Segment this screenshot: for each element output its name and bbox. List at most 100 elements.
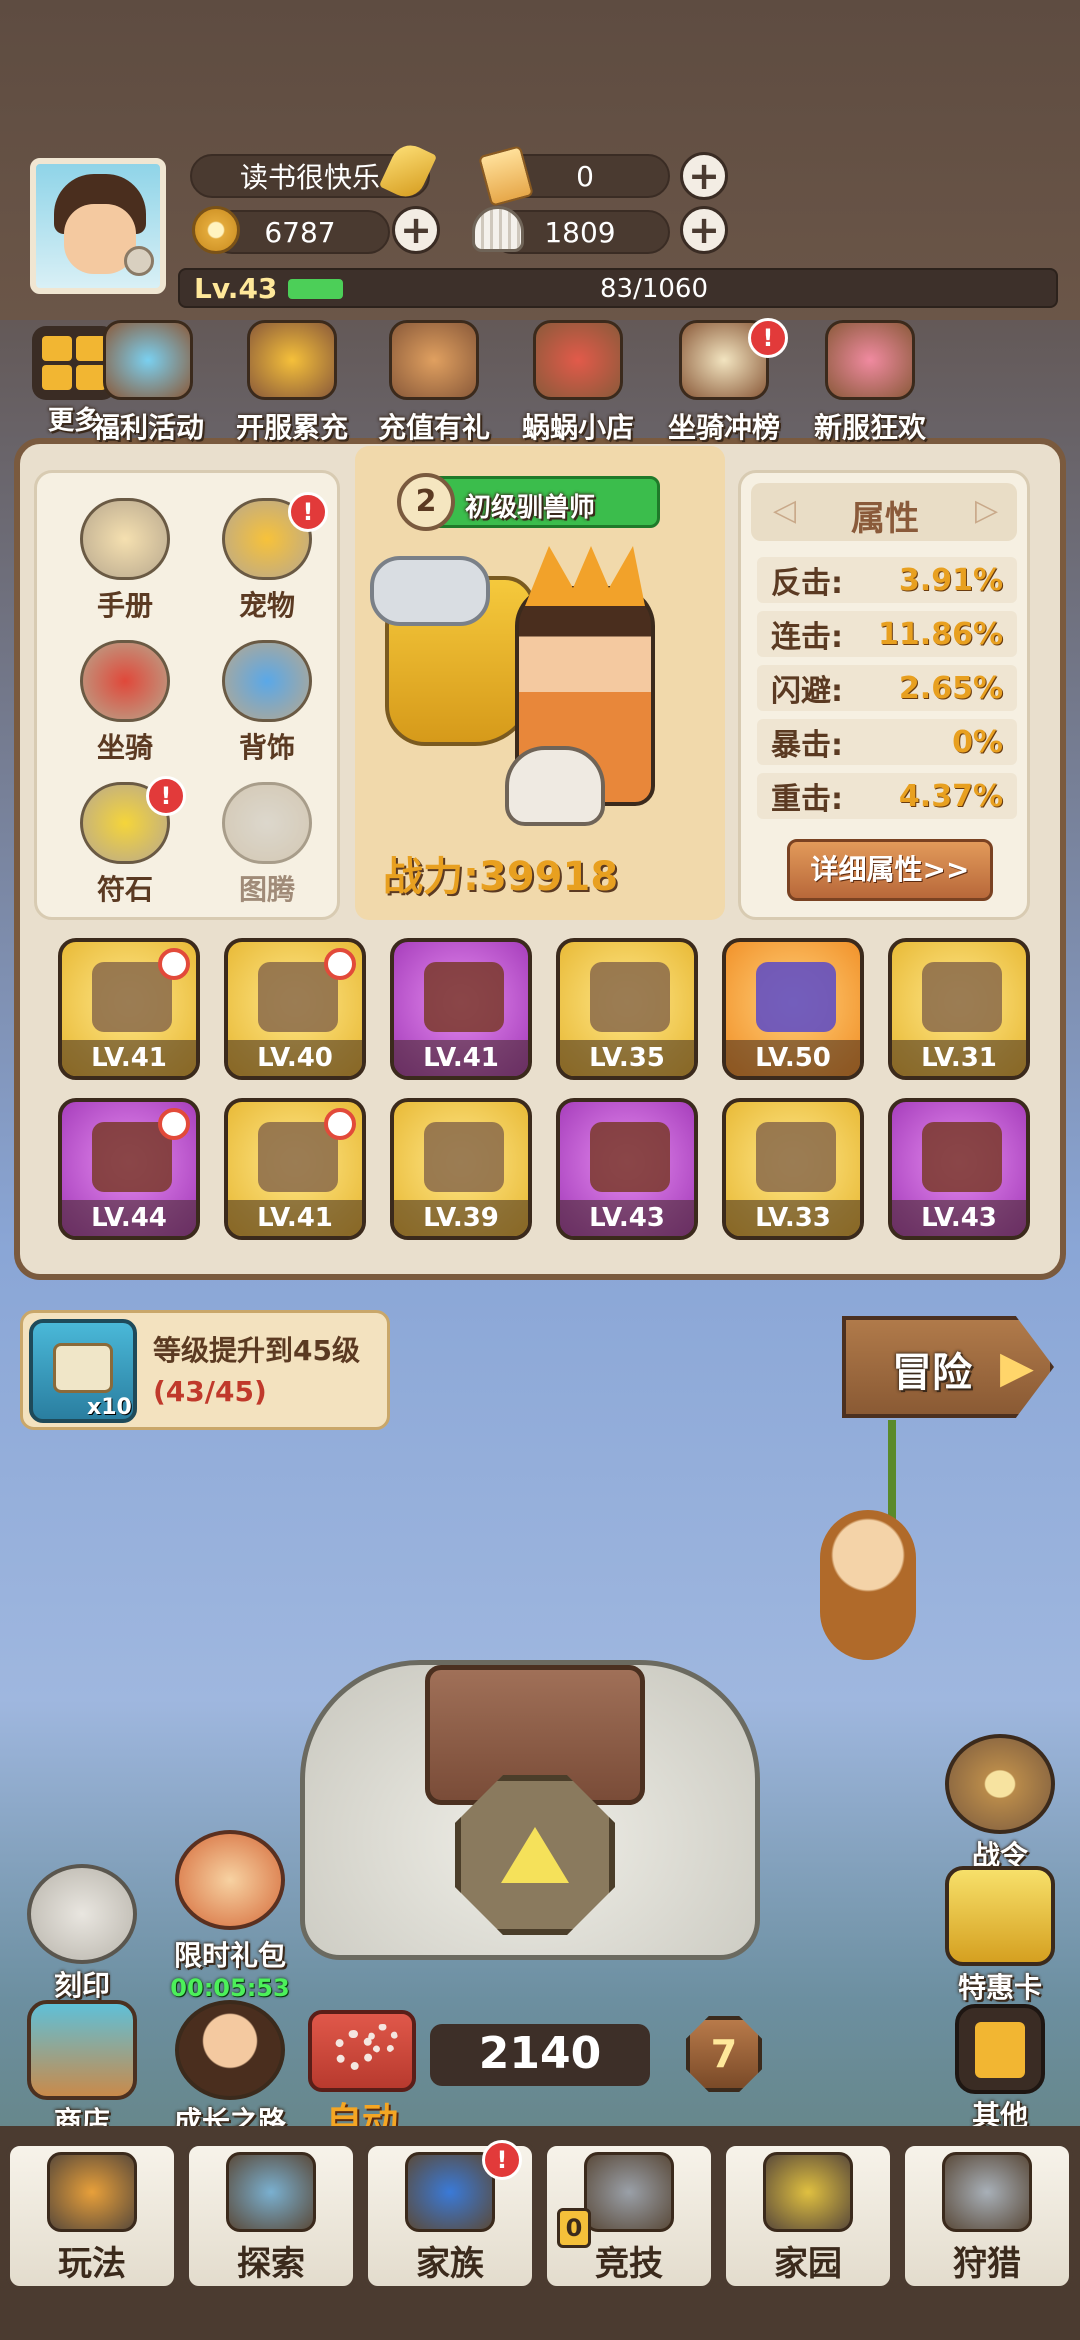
menu-label: 图腾	[238, 873, 295, 906]
add-coin-button[interactable]: +	[392, 206, 440, 254]
boss-counter: 2140	[430, 2024, 650, 2086]
equipment-level: LV.31	[892, 1040, 1026, 1076]
nav-tab-clan-banner[interactable]: 家族!	[364, 2140, 536, 2290]
attribute-name: 暴击:	[771, 728, 843, 763]
upgrade-triangle-icon	[501, 1827, 569, 1883]
event-3-button[interactable]: 充值有礼	[364, 320, 504, 444]
event-2-button[interactable]: 开服累充	[222, 320, 362, 444]
attribute-value: 2.65%	[898, 670, 1003, 706]
equipment-slot[interactable]: LV.41	[224, 1098, 366, 1240]
detail-attributes-button[interactable]: 详细属性>>	[787, 839, 993, 901]
menu-label: 手册	[96, 589, 153, 622]
equipment-slot[interactable]: LV.40	[224, 938, 366, 1080]
limited-gift-label: 限时礼包	[173, 1939, 286, 1972]
equipment-slot[interactable]: LV.43	[556, 1098, 698, 1240]
equipment-slot[interactable]: LV.41	[390, 938, 532, 1080]
shop-button[interactable]: 商店	[22, 2000, 142, 2140]
equipment-level: LV.40	[228, 1040, 362, 1076]
book-icon	[80, 498, 170, 580]
add-shell-button[interactable]: +	[680, 206, 728, 254]
equipment-slot[interactable]: LV.31	[888, 938, 1030, 1080]
equipment-slot[interactable]: LV.43	[888, 1098, 1030, 1240]
nav-tab-crossed-weapons[interactable]: 竞技 0	[543, 2142, 715, 2290]
event-1-button[interactable]: 福利活动	[78, 320, 218, 444]
menu-book-button[interactable]: 手册	[60, 498, 190, 628]
monkey-mascot-icon[interactable]	[820, 1510, 916, 1660]
event-6-button[interactable]: 新服狂欢	[800, 320, 940, 444]
gold-medal-icon	[247, 320, 337, 400]
battle-pass-button[interactable]: 战令	[940, 1734, 1060, 1874]
party-characters-icon	[825, 320, 915, 400]
stage-badge[interactable]: 7	[686, 2016, 762, 2092]
event-4-button[interactable]: 蜗蜗小店	[508, 320, 648, 444]
event-label: 开服累充	[235, 411, 348, 444]
adventure-button[interactable]: 冒险 ▶	[842, 1316, 1054, 1418]
equipment-slot[interactable]: LV.33	[722, 1098, 864, 1240]
equipment-slot[interactable]: LV.50	[722, 938, 864, 1080]
menu-wings-button[interactable]: 背饰	[202, 640, 332, 770]
leather-boots-icon	[922, 1122, 1002, 1192]
home-crest-icon	[763, 2152, 853, 2232]
growth-path-button[interactable]: 成长之路	[160, 2000, 300, 2140]
event-label: 福利活动	[91, 411, 204, 444]
equipment-slot[interactable]: LV.35	[556, 938, 698, 1080]
star-shield-icon	[945, 1734, 1055, 1834]
attribute-name: 闪避:	[771, 674, 843, 709]
exp-fill	[288, 279, 343, 299]
equipment-level: LV.43	[560, 1200, 694, 1236]
reward-count: x10	[87, 1395, 132, 1420]
auto-button[interactable]: 自动	[306, 2010, 418, 2142]
prev-arrow-icon[interactable]: ◁	[773, 493, 796, 528]
settings-gear-icon[interactable]	[124, 246, 154, 276]
menu-mount-dino-button[interactable]: 坐骑	[60, 640, 190, 770]
crossed-weapons-icon	[584, 2152, 674, 2232]
attribute-row: 反击: 3.91%	[757, 557, 1017, 603]
power-label: 战力:	[383, 854, 479, 900]
limited-gift-button[interactable]: 限时礼包 00:05:53	[160, 1830, 300, 2002]
gift-bag-icon	[175, 1830, 285, 1930]
upgrade-swirl-icon	[158, 1108, 190, 1140]
menu-pet-bird-button[interactable]: 宠物!	[202, 492, 332, 628]
rhino-head-icon	[942, 2152, 1032, 2232]
coin-icon	[192, 206, 240, 254]
nav-tab-totem-mask[interactable]: 玩法	[6, 2142, 178, 2290]
wings-icon	[222, 640, 312, 722]
menu-star-rune-button[interactable]: 符石!	[60, 776, 190, 912]
nav-tab-treasure-map[interactable]: 探索	[185, 2142, 357, 2290]
boss-chest-icon[interactable]	[300, 1660, 760, 1960]
equipment-level: LV.35	[560, 1040, 694, 1076]
level-quest-card[interactable]: x10 等级提升到45级 (43/45)	[20, 1310, 390, 1430]
gauntlet-icon	[424, 1122, 504, 1192]
equipment-level: LV.39	[394, 1200, 528, 1236]
add-ticket-button[interactable]: +	[680, 152, 728, 200]
dark-shorts-icon	[756, 1122, 836, 1192]
leather-belt-icon	[590, 1122, 670, 1192]
adventure-label: 冒险	[892, 1350, 972, 1396]
equipment-level: LV.33	[726, 1200, 860, 1236]
event-5-button[interactable]: 坐骑冲榜!	[654, 318, 794, 444]
equipment-slot[interactable]: LV.44	[58, 1098, 200, 1240]
attribute-row: 闪避: 2.65%	[757, 665, 1017, 711]
special-card-button[interactable]: 特惠卡	[940, 1866, 1060, 2006]
alert-badge: !	[482, 2140, 522, 2180]
equipment-slot[interactable]: LV.41	[58, 938, 200, 1080]
nav-tab-home-crest[interactable]: 家园	[722, 2142, 894, 2290]
attribute-panel: ◁ 属性 ▷ 反击: 3.91% 连击: 11.86% 闪避: 2.65% 暴击: 0% 重击:…	[738, 470, 1030, 920]
equipment-level: LV.44	[62, 1200, 196, 1236]
bone-helmet-icon	[370, 556, 490, 626]
mount-dino-icon	[80, 640, 170, 722]
shell-value: 1809	[544, 215, 616, 249]
engrave-button[interactable]: 刻印	[22, 1864, 142, 2004]
arena-count-badge: 0	[557, 2208, 591, 2248]
player-name-text: 读书很快乐	[239, 161, 380, 194]
player-avatar[interactable]	[30, 158, 166, 294]
quest-progress: (43/45)	[153, 1375, 267, 1408]
other-button[interactable]: 其他	[940, 2004, 1060, 2134]
menu-totem-button[interactable]: 图腾	[202, 782, 332, 912]
nav-label: 玩法	[58, 2244, 126, 2284]
rank-title: 初级驯兽师	[465, 493, 596, 523]
next-arrow-icon[interactable]: ▷	[975, 493, 998, 528]
equipment-slot[interactable]: LV.39	[390, 1098, 532, 1240]
nav-tab-rhino-head[interactable]: 狩猎	[901, 2142, 1073, 2290]
special-card-label: 特惠卡	[957, 1971, 1042, 2004]
